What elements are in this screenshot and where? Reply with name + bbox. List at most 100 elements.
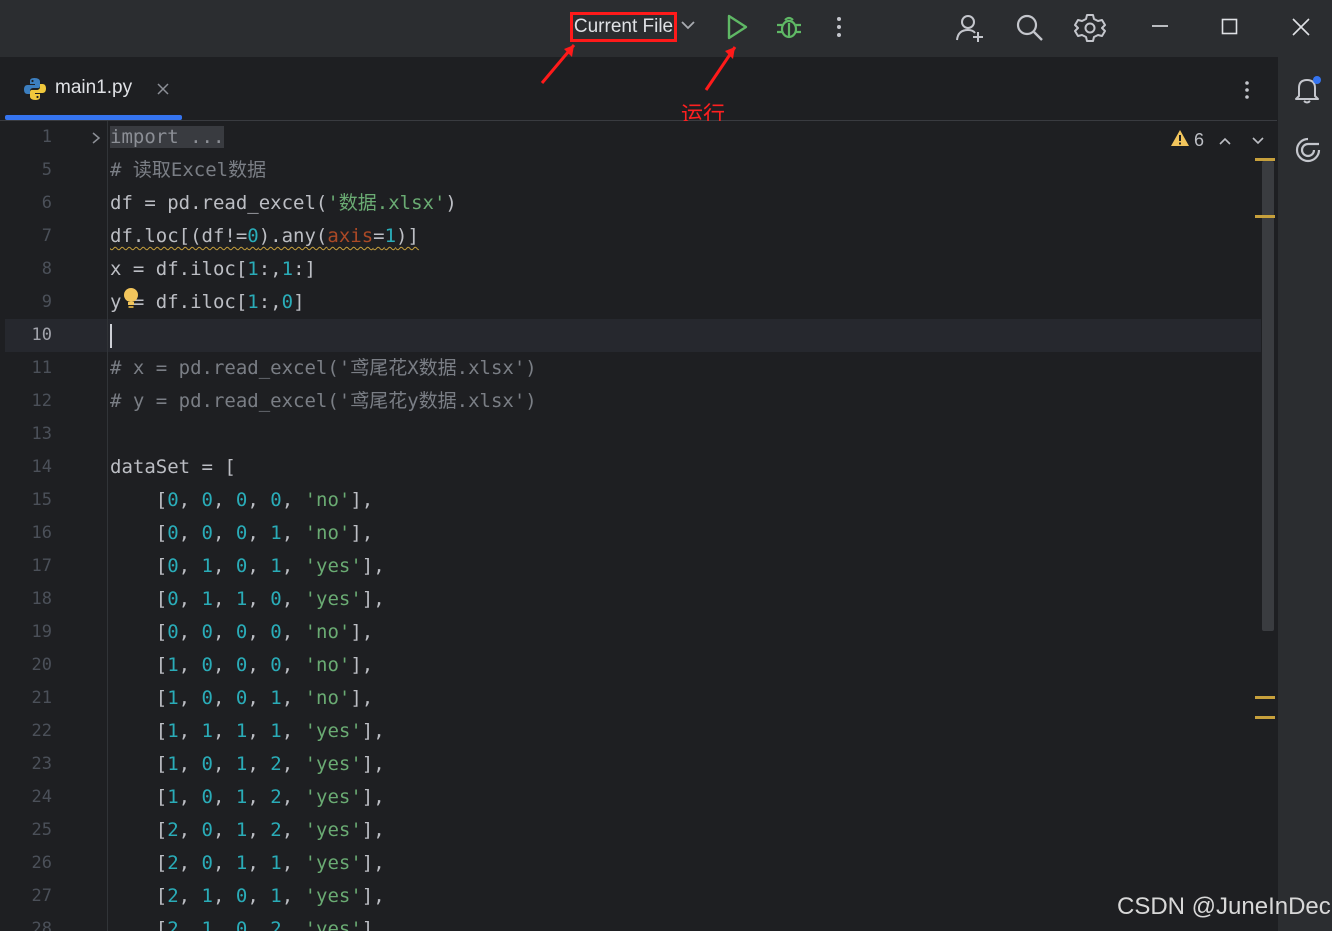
code-token: ], <box>361 720 385 742</box>
code-token: , <box>178 819 202 841</box>
line-number: 14 <box>31 457 52 477</box>
code-token: ], <box>350 654 374 676</box>
code-line[interactable]: 26 [2, 0, 1, 1, 'yes'], <box>0 847 1260 880</box>
code-token: , <box>213 852 236 874</box>
code-token: 1 <box>201 555 213 577</box>
lightbulb-icon[interactable] <box>123 287 139 315</box>
tab-actions-icon[interactable] <box>1237 78 1257 106</box>
code-token: , <box>247 720 271 742</box>
code-line[interactable]: 6 df = pd.read_excel('数据.xlsx') <box>0 187 1260 220</box>
code-token: , <box>178 786 202 808</box>
code-token: 1 <box>167 687 179 709</box>
code-token: , <box>281 522 305 544</box>
code-line[interactable]: 8x = df.iloc[1:,1:] <box>0 253 1260 286</box>
warning-stripe-marker[interactable] <box>1255 716 1275 719</box>
code-token: axis <box>327 225 374 247</box>
code-token: '数据.xlsx' <box>327 192 446 214</box>
right-tool-strip <box>1277 57 1332 931</box>
code-token: 'yes' <box>304 720 362 742</box>
code-token: 'no' <box>304 687 351 709</box>
code-token: , <box>247 687 271 709</box>
warning-stripe-marker[interactable] <box>1255 215 1275 218</box>
code-editor[interactable]: 1 import ... 5 # 读取Excel数据 6 df = pd.read_exc… <box>0 121 1277 931</box>
code-text: [0, 0, 0, 0, 'no'], <box>110 484 373 517</box>
code-line[interactable]: 17 [0, 1, 0, 1, 'yes'], <box>0 550 1260 583</box>
code-line[interactable]: 5 # 读取Excel数据 <box>0 154 1260 187</box>
code-token: ], <box>361 852 385 874</box>
code-line[interactable]: 1 import ... <box>0 121 1260 154</box>
code-token: 1 <box>201 918 213 931</box>
gear-icon[interactable] <box>1074 12 1106 44</box>
line-number: 24 <box>31 787 52 807</box>
ai-assistant-icon[interactable] <box>1293 135 1323 169</box>
code-line[interactable]: 16 [0, 0, 0, 1, 'no'], <box>0 517 1260 550</box>
code-line[interactable]: 11 # x = pd.read_excel('鸢尾花X数据.xlsx') <box>0 352 1260 385</box>
notifications-icon[interactable] <box>1293 75 1323 109</box>
code-token: 1 <box>270 720 282 742</box>
code-token: , <box>247 489 271 511</box>
vertical-scrollbar[interactable] <box>1262 161 1274 631</box>
code-token: 1 <box>235 753 248 775</box>
code-line[interactable]: 9 y = df.iloc[1:,0] <box>0 286 1260 319</box>
code-token: , <box>178 753 202 775</box>
warning-stripe-marker[interactable] <box>1255 158 1275 161</box>
code-token: :] <box>293 258 316 280</box>
maximize-icon[interactable] <box>1220 12 1240 42</box>
code-token: 'yes' <box>304 786 362 808</box>
code-text: [2, 0, 1, 2, 'yes'], <box>110 814 385 847</box>
tab-label: main1.py <box>55 77 133 98</box>
chevron-down-icon[interactable] <box>1250 133 1266 152</box>
code-line[interactable]: 13 <box>0 418 1260 451</box>
more-vertical-icon[interactable] <box>829 12 849 42</box>
close-icon[interactable] <box>1290 12 1312 42</box>
code-line[interactable]: 27 [2, 1, 0, 1, 'yes'], <box>0 880 1260 913</box>
code-line[interactable]: 24 [1, 0, 1, 2, 'yes'], <box>0 781 1260 814</box>
tab-close-icon[interactable] <box>155 81 171 101</box>
line-number: 15 <box>31 490 52 510</box>
code-token: , <box>247 819 271 841</box>
code-token: 0 <box>235 687 248 709</box>
debug-icon[interactable] <box>774 12 804 42</box>
code-line[interactable]: 25 [2, 0, 1, 2, 'yes'], <box>0 814 1260 847</box>
code-line[interactable]: 7 df.loc[(df!=0).any(axis=1)] <box>0 220 1260 253</box>
code-token: 2 <box>167 885 179 907</box>
code-text: df = pd.read_excel('数据.xlsx') <box>110 187 457 220</box>
code-line[interactable]: 18 [0, 1, 1, 0, 'yes'], <box>0 583 1260 616</box>
code-token: 1 <box>235 852 248 874</box>
code-token: = <box>373 225 385 247</box>
add-user-icon[interactable] <box>954 12 986 44</box>
code-line[interactable]: 19 [0, 0, 0, 0, 'no'], <box>0 616 1260 649</box>
code-line[interactable]: 15 [0, 0, 0, 0, 'no'], <box>0 484 1260 517</box>
code-token: 0 <box>167 522 179 544</box>
code-line[interactable]: 10 <box>0 319 1260 352</box>
search-icon[interactable] <box>1014 12 1046 44</box>
code-token: [ <box>110 885 168 907</box>
code-line[interactable]: 22 [1, 1, 1, 1, 'yes'], <box>0 715 1260 748</box>
code-token: [ <box>110 588 168 610</box>
code-token: 0 <box>270 489 282 511</box>
code-token: , <box>178 654 202 676</box>
code-line[interactable]: 28 [2, 1, 0, 2, 'yes'], <box>0 913 1260 931</box>
code-token: 1 <box>281 258 294 280</box>
line-number: 21 <box>31 688 52 708</box>
code-line[interactable]: 20 [1, 0, 0, 0, 'no'], <box>0 649 1260 682</box>
tab-main1-py[interactable]: main1.py <box>5 58 182 120</box>
line-number: 18 <box>31 589 52 609</box>
chevron-up-icon[interactable] <box>1217 133 1233 152</box>
code-token: 0 <box>201 753 213 775</box>
code-token: , <box>281 786 305 808</box>
code-token: 'yes' <box>304 588 362 610</box>
code-token: [ <box>110 819 168 841</box>
code-token: , <box>247 753 271 775</box>
code-line[interactable]: 21 [1, 0, 0, 1, 'no'], <box>0 682 1260 715</box>
code-line[interactable]: 14 dataSet = [ <box>0 451 1260 484</box>
inspections-widget[interactable]: 6 <box>1170 129 1204 151</box>
code-line[interactable]: 23 [1, 0, 1, 2, 'yes'], <box>0 748 1260 781</box>
code-token: 1 <box>235 720 248 742</box>
code-token: [ <box>110 687 168 709</box>
minimize-icon[interactable] <box>1150 12 1170 42</box>
code-text: [1, 0, 0, 0, 'no'], <box>110 649 373 682</box>
warning-stripe-marker[interactable] <box>1255 696 1275 699</box>
code-token: )] <box>396 225 419 247</box>
code-line[interactable]: 12 # y = pd.read_excel('鸢尾花y数据.xlsx') <box>0 385 1260 418</box>
